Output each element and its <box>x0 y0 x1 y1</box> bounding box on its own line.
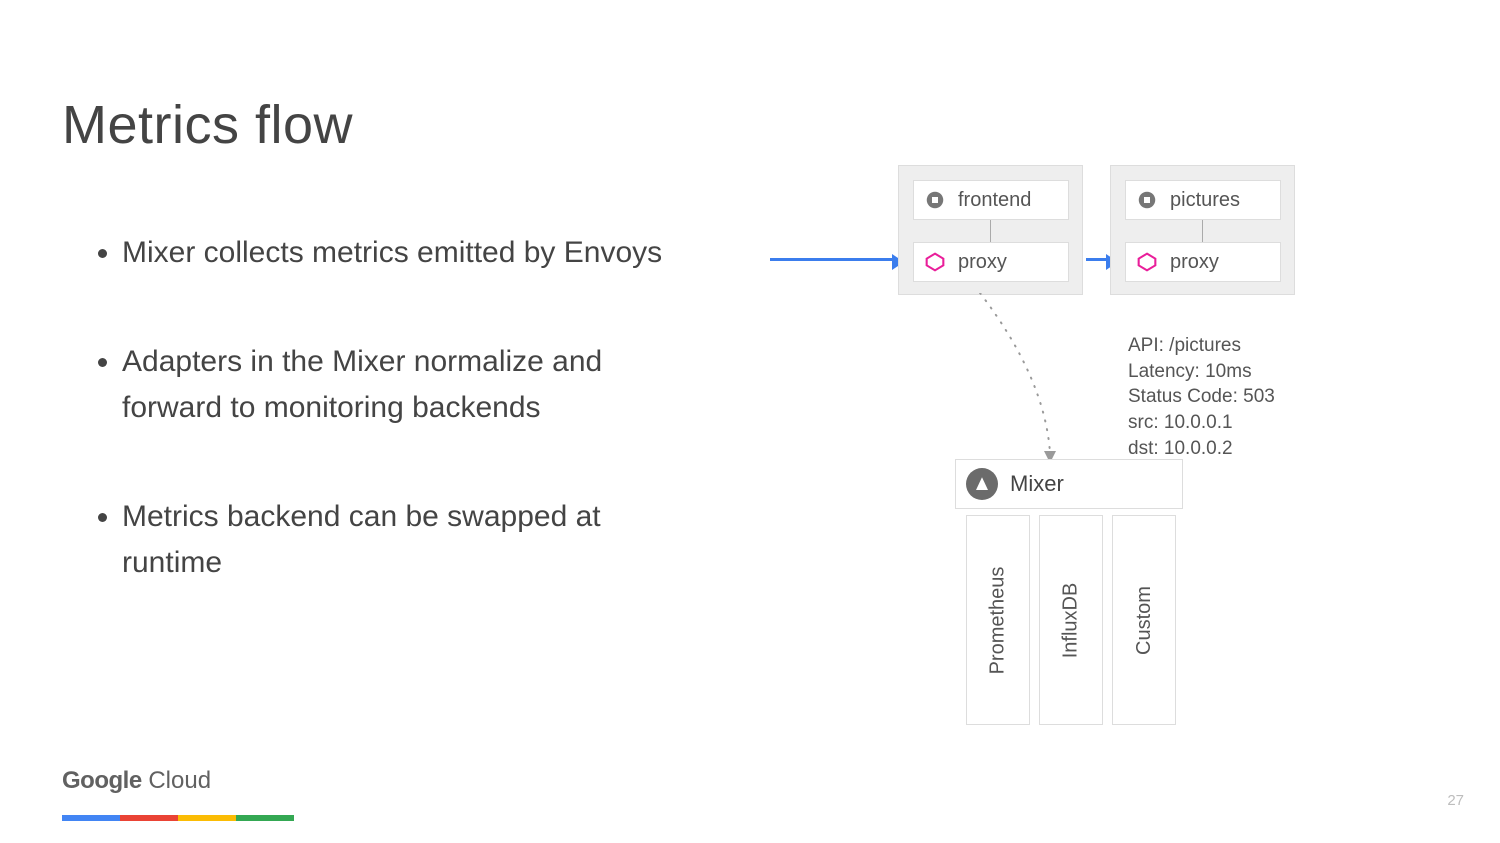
proxy-frontend: proxy <box>913 242 1069 282</box>
slide: Metrics flow Mixer collects metrics emit… <box>0 0 1500 843</box>
adapter-label: Custom <box>1133 586 1156 655</box>
proxy-label: proxy <box>1170 251 1219 274</box>
brand-color-bar <box>62 815 294 821</box>
proxy-pictures: proxy <box>1125 242 1281 282</box>
adapter-custom: Custom <box>1112 515 1176 725</box>
pod-name: frontend <box>958 189 1031 212</box>
adapter-label: Prometheus <box>987 566 1010 674</box>
dotted-arrow <box>940 293 1140 473</box>
adapter-prometheus: Prometheus <box>966 515 1030 725</box>
bullet-item: Metrics backend can be swapped at runtim… <box>122 494 682 587</box>
proxy-label: proxy <box>958 251 1007 274</box>
pod-pictures-label: pictures <box>1125 180 1281 220</box>
pod-name: pictures <box>1170 189 1240 212</box>
engine-icon <box>924 189 946 211</box>
footer-logo: Google Cloud <box>62 767 211 795</box>
pod-frontend-label: frontend <box>913 180 1069 220</box>
metrics-line: Status Code: 503 <box>1128 384 1275 410</box>
slide-title: Metrics flow <box>62 94 353 156</box>
connector-line <box>1202 220 1203 242</box>
logo-text: Cloud <box>142 767 211 794</box>
connector-line <box>990 220 991 242</box>
bullet-list: Mixer collects metrics emitted by Envoys… <box>92 230 682 649</box>
pod-frontend: frontend proxy <box>898 165 1083 295</box>
metrics-annotation: API: /pictures Latency: 10ms Status Code… <box>1128 333 1275 461</box>
bar-yellow <box>178 815 236 821</box>
pod-pictures: pictures proxy <box>1110 165 1295 295</box>
adapter-label: InfluxDB <box>1060 582 1083 658</box>
logo-bold: Google <box>62 767 142 794</box>
istio-icon <box>966 468 998 500</box>
page-number: 27 <box>1447 792 1464 809</box>
bullet-item: Mixer collects metrics emitted by Envoys <box>122 230 682 277</box>
metrics-line: dst: 10.0.0.2 <box>1128 436 1275 462</box>
mixer-label: Mixer <box>1010 471 1064 497</box>
metrics-line: src: 10.0.0.1 <box>1128 410 1275 436</box>
hexagon-icon <box>924 251 946 273</box>
adapter-influxdb: InfluxDB <box>1039 515 1103 725</box>
hexagon-icon <box>1136 251 1158 273</box>
metrics-line: Latency: 10ms <box>1128 359 1275 385</box>
bullet-item: Adapters in the Mixer normalize and forw… <box>122 339 682 432</box>
architecture-diagram: frontend proxy pictures <box>770 163 1470 783</box>
bar-blue <box>62 815 120 821</box>
bar-green <box>236 815 294 821</box>
metrics-line: API: /pictures <box>1128 333 1275 359</box>
arrow-in <box>770 258 902 261</box>
engine-icon <box>1136 189 1158 211</box>
bar-red <box>120 815 178 821</box>
mixer-box: Mixer <box>955 459 1183 509</box>
